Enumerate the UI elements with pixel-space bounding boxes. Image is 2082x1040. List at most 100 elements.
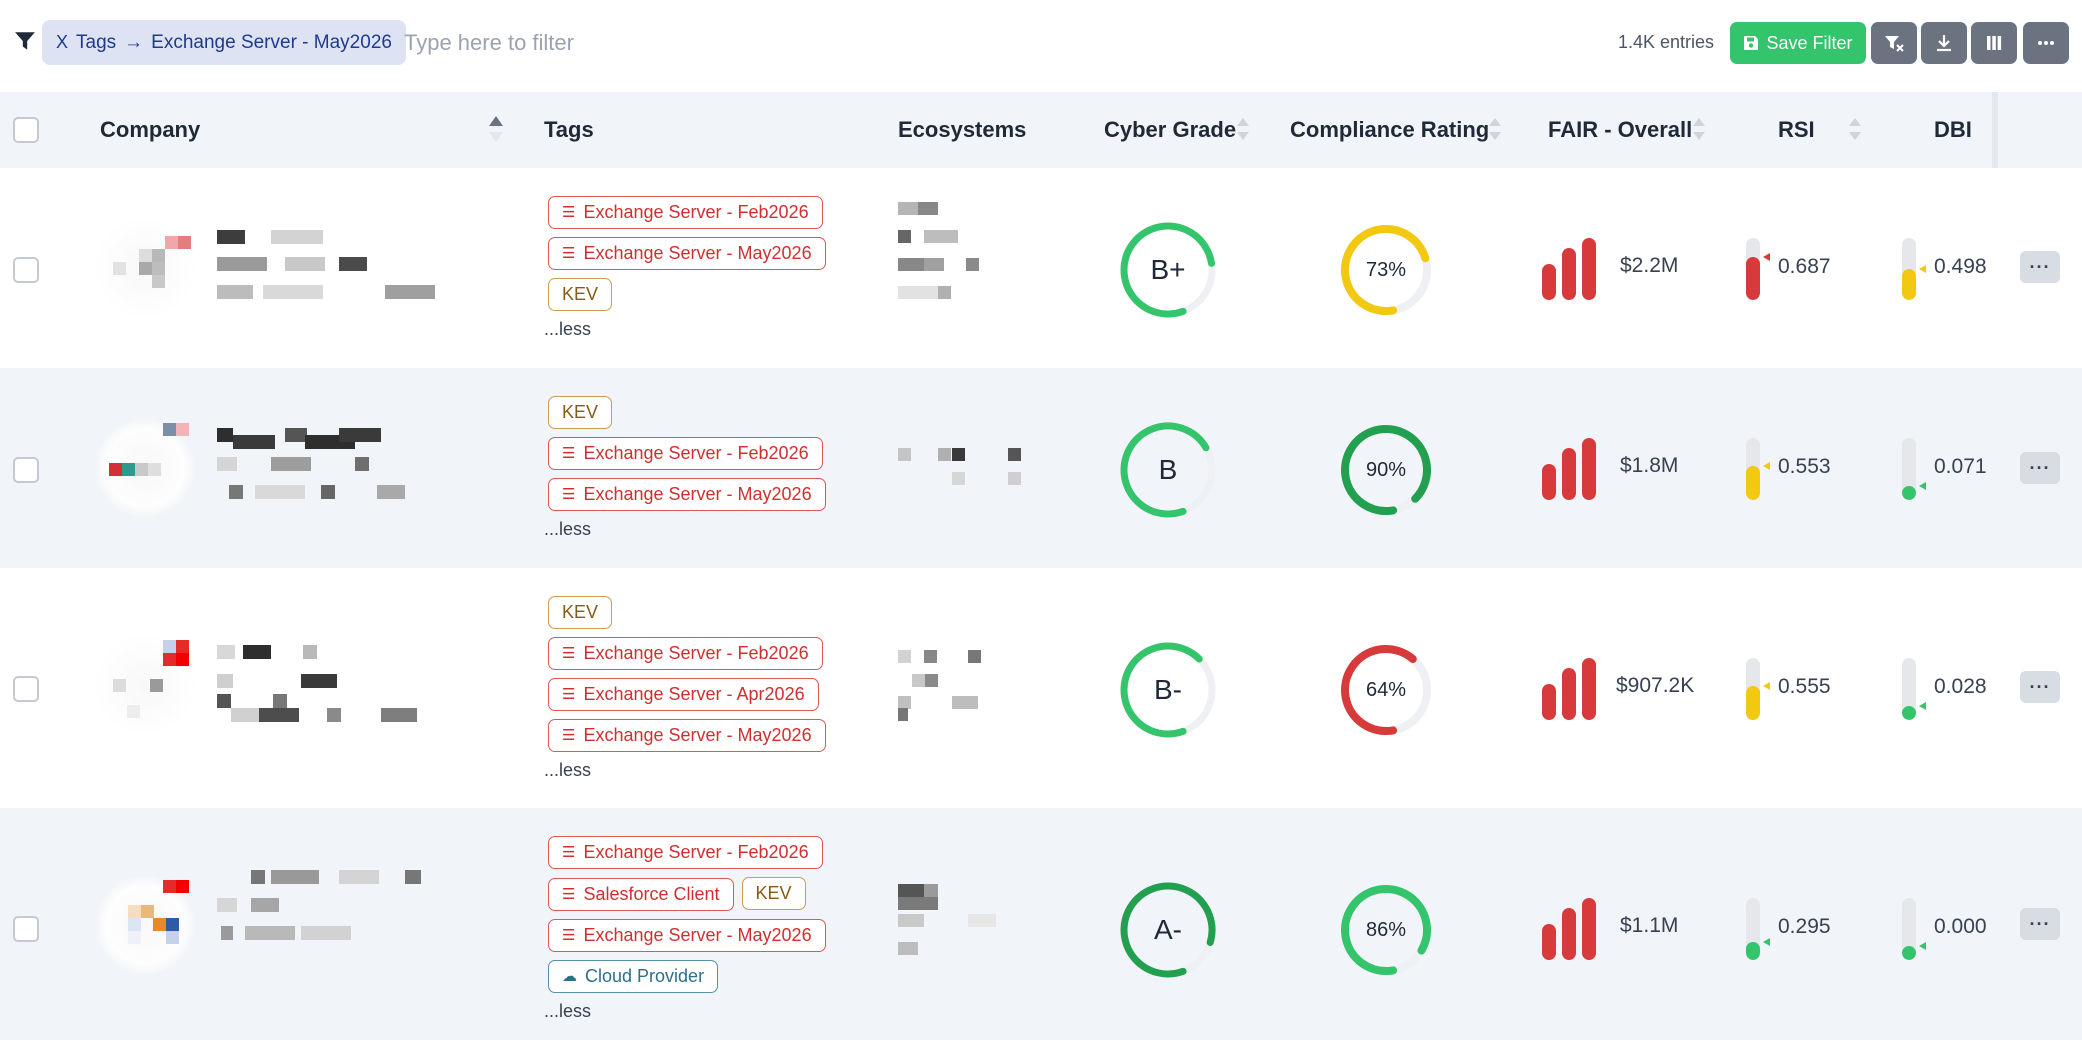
- company-cell[interactable]: [95, 413, 495, 523]
- compliance-ring: 86%: [1336, 880, 1436, 980]
- row-actions-button[interactable]: ···: [2020, 452, 2060, 484]
- sort-icon[interactable]: [1847, 114, 1863, 144]
- table-header: Company Tags Ecosystems Cyber Grade Comp…: [0, 92, 2082, 168]
- column-header-fair[interactable]: FAIR - Overall: [1548, 92, 1692, 168]
- table-row[interactable]: ☰ Exchange Server - Feb2026 ☰ Salesforce C…: [0, 808, 2082, 1040]
- tag-chip-kev[interactable]: KEV: [741, 877, 806, 910]
- dbi-gauge: 0.071: [1902, 438, 2022, 500]
- sort-icon[interactable]: [1691, 114, 1707, 144]
- tag-chip[interactable]: ☰ Exchange Server - May2026: [548, 719, 826, 752]
- dbi-gauge-marker: [1919, 265, 1926, 273]
- dbi-value: 0.028: [1934, 675, 1987, 698]
- dbi-gauge-fill: [1902, 269, 1916, 300]
- dbi-gauge-marker: [1919, 702, 1926, 710]
- sort-icon[interactable]: [1487, 114, 1503, 144]
- tag-chip-kev[interactable]: KEV: [548, 596, 613, 629]
- tag-chip[interactable]: ☰ Exchange Server - Feb2026: [548, 637, 823, 670]
- ecosystems-redacted: [898, 448, 1021, 558]
- row-checkbox[interactable]: [13, 457, 39, 483]
- rsi-gauge-fill: [1746, 257, 1760, 300]
- tag-chip[interactable]: ☰ Exchange Server - May2026: [548, 237, 826, 270]
- fair-cell: $907.2K: [1542, 658, 1702, 720]
- row-actions-button[interactable]: ···: [2020, 671, 2060, 703]
- tag-chip[interactable]: ☰ Exchange Server - May2026: [548, 919, 826, 952]
- more-options-button[interactable]: [2023, 22, 2069, 64]
- row-checkbox[interactable]: [13, 676, 39, 702]
- table-row[interactable]: KEV ☰ Exchange Server - Feb2026 ☰ Exchange…: [0, 568, 2082, 808]
- dbi-gauge-marker: [1919, 482, 1926, 490]
- list-icon: ☰: [562, 927, 576, 944]
- tag-chip[interactable]: ☰ Salesforce Client: [548, 878, 734, 911]
- sort-icon[interactable]: [488, 114, 504, 144]
- fair-cell: $2.2M: [1542, 238, 1702, 300]
- arrow-right-icon: →: [124, 31, 144, 53]
- row-actions-button[interactable]: ···: [2020, 251, 2060, 283]
- row-actions-button[interactable]: ···: [2020, 908, 2060, 940]
- tag-chip-cloud[interactable]: ☁ Cloud Provider: [548, 960, 719, 993]
- row-checkbox[interactable]: [13, 257, 39, 283]
- dbi-gauge: 0.028: [1902, 658, 2022, 720]
- table-row[interactable]: ☰ Exchange Server - Feb2026 ☰ Exchange Ser…: [0, 168, 2082, 368]
- columns-button[interactable]: [1971, 22, 2017, 64]
- filter-input[interactable]: [404, 22, 1004, 64]
- fair-cell: $1.1M: [1542, 898, 1702, 960]
- list-icon: ☰: [562, 245, 576, 262]
- remove-filter-icon[interactable]: X: [56, 32, 68, 53]
- list-icon: ☰: [562, 686, 576, 703]
- column-header-compliance[interactable]: Compliance Rating: [1290, 92, 1489, 168]
- dbi-value: 0.000: [1934, 915, 1987, 938]
- company-cell[interactable]: [95, 870, 495, 980]
- list-icon: ☰: [562, 844, 576, 861]
- filter-icon[interactable]: [14, 30, 36, 52]
- dbi-gauge-track: [1902, 438, 1916, 500]
- list-icon: ☰: [562, 204, 576, 221]
- cyber-grade-ring: B: [1118, 420, 1218, 520]
- company-cell[interactable]: [95, 630, 495, 740]
- company-cell[interactable]: [95, 213, 495, 323]
- less-link[interactable]: ...less: [544, 519, 591, 540]
- column-header-company[interactable]: Company: [100, 92, 200, 168]
- tags-cell: KEV ☰ Exchange Server - Feb2026 ☰ Exchange…: [544, 396, 874, 540]
- rsi-gauge-track: [1746, 898, 1760, 960]
- less-link[interactable]: ...less: [544, 760, 591, 781]
- rsi-gauge-marker: [1763, 462, 1770, 470]
- company-logo: [95, 218, 195, 318]
- tag-chip[interactable]: ☰ Exchange Server - Feb2026: [548, 437, 823, 470]
- fair-value: $907.2K: [1616, 674, 1695, 697]
- grade-value: B+: [1150, 254, 1186, 285]
- dbi-gauge-fill: [1902, 946, 1916, 960]
- dbi-gauge-fill: [1902, 706, 1916, 720]
- sort-icon[interactable]: [1235, 114, 1251, 144]
- company-logo: [95, 875, 195, 975]
- list-icon: ☰: [562, 886, 576, 903]
- clear-filter-button[interactable]: [1871, 22, 1917, 64]
- filter-clear-icon: [1885, 36, 1904, 52]
- tag-chip[interactable]: ☰ Exchange Server - Apr2026: [548, 678, 819, 711]
- fair-cell: $1.8M: [1542, 438, 1702, 500]
- rsi-gauge-fill: [1746, 466, 1760, 500]
- ecosystems-redacted: [898, 884, 1018, 994]
- tag-chip-kev[interactable]: KEV: [548, 396, 613, 429]
- dbi-value: 0.071: [1934, 455, 1987, 478]
- active-filter-chip[interactable]: X Tags → Exchange Server - May2026: [42, 20, 406, 65]
- tag-chip[interactable]: ☰ Exchange Server - Feb2026: [548, 196, 823, 229]
- less-link[interactable]: ...less: [544, 1001, 591, 1022]
- dbi-gauge-fill: [1902, 486, 1916, 500]
- download-button[interactable]: [1921, 22, 1967, 64]
- save-filter-button[interactable]: Save Filter: [1730, 22, 1866, 64]
- column-header-cyber-grade[interactable]: Cyber Grade: [1104, 92, 1236, 168]
- less-link[interactable]: ...less: [544, 319, 591, 340]
- dbi-gauge-track: [1902, 658, 1916, 720]
- tag-chip-kev[interactable]: KEV: [548, 278, 613, 311]
- cyber-grade-ring: B+: [1118, 220, 1218, 320]
- list-icon: ☰: [562, 727, 576, 744]
- tag-chip[interactable]: ☰ Exchange Server - May2026: [548, 478, 826, 511]
- column-header-dbi[interactable]: DBI: [1934, 92, 1972, 168]
- table-row[interactable]: KEV ☰ Exchange Server - Feb2026 ☰ Exchange…: [0, 368, 2082, 568]
- tag-chip[interactable]: ☰ Exchange Server - Feb2026: [548, 836, 823, 869]
- column-header-rsi[interactable]: RSI: [1778, 92, 1815, 168]
- tags-cell: ☰ Exchange Server - Feb2026 ☰ Exchange Ser…: [544, 196, 874, 340]
- filter-value: Exchange Server - May2026: [151, 31, 392, 53]
- select-all-checkbox[interactable]: [13, 117, 39, 143]
- row-checkbox[interactable]: [13, 916, 39, 942]
